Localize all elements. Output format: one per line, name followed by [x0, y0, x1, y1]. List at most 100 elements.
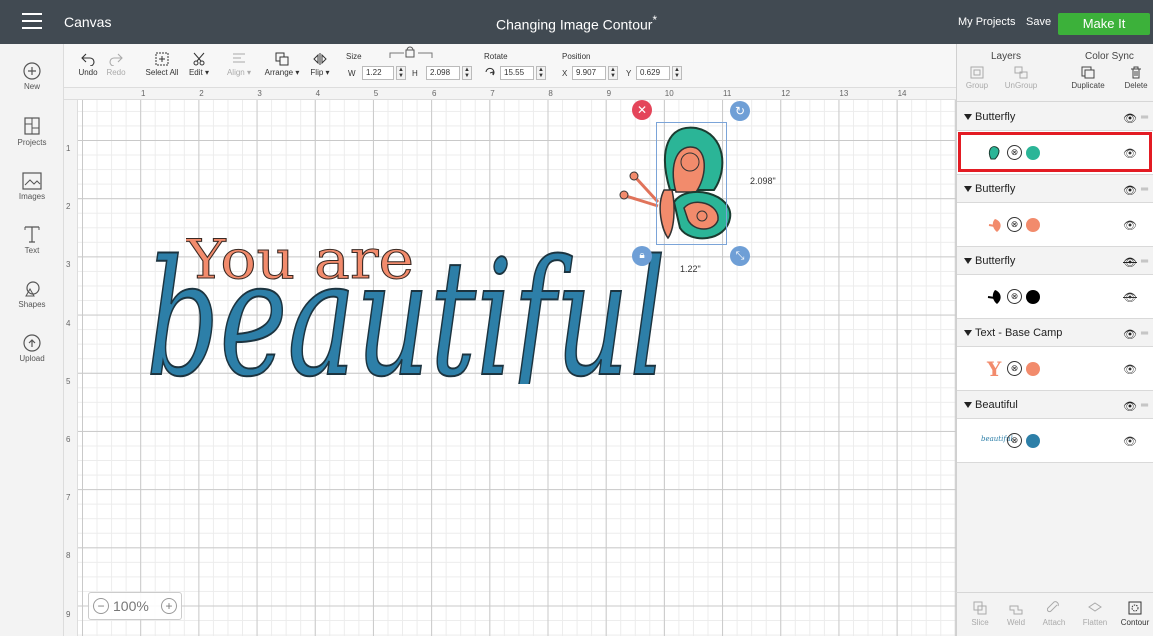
shapes-tool[interactable]: Shapes — [0, 280, 64, 309]
color-swatch[interactable] — [1026, 290, 1040, 304]
drag-handle-icon[interactable]: ═ — [1141, 112, 1148, 123]
flatten-button[interactable]: Flatten — [1078, 601, 1112, 627]
collapse-triangle-icon[interactable] — [964, 330, 972, 336]
rotate-stepper[interactable]: ▲ ▼ — [536, 66, 546, 80]
lock-ratio-icon[interactable] — [388, 46, 434, 60]
arrange-button[interactable]: Arrange ▾ — [262, 52, 302, 77]
ruler-number: 6 — [66, 435, 71, 444]
layer-group-name: Butterfly — [975, 111, 1016, 123]
width-input[interactable]: 1.22 — [362, 66, 394, 80]
eye-icon[interactable]: 👁︎ — [1123, 147, 1137, 160]
delete-handle[interactable]: ✕ — [632, 100, 652, 120]
y-stepper[interactable]: ▲ ▼ — [672, 66, 682, 80]
upload-tool[interactable]: Upload — [0, 334, 64, 363]
edit-button[interactable]: Edit ▾ — [186, 52, 212, 77]
ungroup-button[interactable]: UnGroup — [1003, 66, 1039, 90]
layer-group-beautiful[interactable]: Beautiful 👁︎ ═ — [957, 391, 1153, 419]
you-are-text-image[interactable]: You are — [186, 230, 416, 290]
color-swatch[interactable] — [1026, 434, 1040, 448]
color-swatch[interactable] — [1026, 218, 1040, 232]
slice-button[interactable]: Slice — [966, 601, 994, 627]
text-tool[interactable]: Text — [0, 224, 64, 255]
projects-tool[interactable]: Projects — [0, 116, 64, 147]
drag-handle-icon[interactable]: ═ — [1141, 400, 1148, 411]
collapse-triangle-icon[interactable] — [964, 186, 972, 192]
y-input[interactable]: 0.629 — [636, 66, 670, 80]
layer-group-text-base-camp[interactable]: Text - Base Camp 👁︎ ═ — [957, 319, 1153, 347]
zoom-in-icon[interactable]: + — [161, 598, 177, 614]
contour-icon[interactable]: ⊗ — [1007, 145, 1022, 160]
undo-label: Undo — [78, 68, 98, 77]
layer-group-butterfly-2[interactable]: Butterfly 👁︎ ═ — [957, 175, 1153, 203]
height-input[interactable]: 2.098 — [426, 66, 460, 80]
drag-handle-icon[interactable]: ═ — [1141, 256, 1148, 267]
design-canvas[interactable]: beautiful You are ✕ ↻ 🔒︎ ⤡ 2.098" 1.22" — [78, 100, 956, 636]
color-swatch[interactable] — [1026, 146, 1040, 160]
contour-icon[interactable]: ⊗ — [1007, 361, 1022, 376]
select-all-button[interactable]: Select All — [144, 52, 180, 77]
project-title[interactable]: Changing Image Contour — [496, 17, 652, 33]
ruler-number: 1 — [66, 144, 71, 153]
eye-icon[interactable]: 👁︎ — [1123, 363, 1137, 376]
contour-icon[interactable]: ⊗ — [1007, 433, 1022, 448]
x-input[interactable]: 9.907 — [572, 66, 606, 80]
drag-handle-icon[interactable]: ═ — [1141, 184, 1148, 195]
my-projects-link[interactable]: My Projects — [958, 16, 1015, 28]
layer-row-butterfly-coral[interactable]: ⊗ 👁︎ — [957, 203, 1153, 247]
layer-row-text-y[interactable]: Y ⊗ 👁︎ — [957, 347, 1153, 391]
x-stepper[interactable]: ▲ ▼ — [608, 66, 618, 80]
eye-icon[interactable]: 👁︎ — [1123, 219, 1137, 232]
collapse-triangle-icon[interactable] — [964, 258, 972, 264]
color-swatch[interactable] — [1026, 362, 1040, 376]
eye-icon[interactable]: 👁︎ — [1123, 400, 1137, 413]
zoom-out-icon[interactable]: − — [93, 598, 109, 614]
layers-title[interactable]: Layers — [991, 51, 1021, 62]
resize-handle[interactable]: ⤡ — [730, 246, 750, 266]
duplicate-button[interactable]: Duplicate — [1065, 66, 1111, 90]
layer-group-butterfly-3[interactable]: Butterfly 👁︎ ═ — [957, 247, 1153, 275]
flip-button[interactable]: Flip ▾ — [308, 52, 332, 77]
eye-icon[interactable]: 👁︎ — [1123, 435, 1137, 448]
attach-button[interactable]: Attach — [1038, 601, 1070, 627]
align-button[interactable]: Align ▾ — [224, 52, 254, 77]
menu-icon[interactable] — [22, 13, 42, 31]
layer-row-butterfly-black[interactable]: ⊗ 👁︎ — [957, 275, 1153, 319]
weld-button[interactable]: Weld — [1002, 601, 1030, 627]
hidden-eye-icon[interactable]: 👁︎ — [1123, 256, 1137, 269]
contour-icon[interactable]: ⊗ — [1007, 289, 1022, 304]
contour-label: Contour — [1120, 618, 1150, 627]
scissors-icon — [193, 52, 205, 66]
projects-icon — [24, 117, 40, 135]
width-stepper[interactable]: ▲ ▼ — [396, 66, 406, 80]
redo-button[interactable]: Redo — [104, 52, 128, 77]
eye-icon[interactable]: 👁︎ — [1123, 328, 1137, 341]
rotate-handle[interactable]: ↻ — [730, 101, 750, 121]
undo-button[interactable]: Undo — [76, 52, 100, 77]
make-it-button[interactable]: Make It — [1058, 13, 1150, 35]
contour-icon[interactable]: ⊗ — [1007, 217, 1022, 232]
layer-row-beautiful[interactable]: beautiful ⊗ 👁︎ — [957, 419, 1153, 463]
new-tool[interactable]: New — [0, 62, 64, 91]
collapse-triangle-icon[interactable] — [964, 114, 972, 120]
collapse-triangle-icon[interactable] — [964, 402, 972, 408]
rotate-input[interactable]: 15.55 — [500, 66, 534, 80]
position-label: Position — [562, 52, 591, 61]
delete-button[interactable]: Delete — [1119, 66, 1153, 90]
save-button[interactable]: Save — [1026, 16, 1051, 28]
height-stepper[interactable]: ▲ ▼ — [462, 66, 472, 80]
drag-handle-icon[interactable]: ═ — [1141, 328, 1148, 339]
eye-icon[interactable]: 👁︎ — [1123, 184, 1137, 197]
layer-group-butterfly-1[interactable]: Butterfly 👁︎ ═ — [957, 103, 1153, 131]
group-button[interactable]: Group — [963, 66, 991, 90]
eye-icon[interactable]: 👁︎ — [1123, 112, 1137, 125]
ruler-number: 8 — [66, 551, 71, 561]
layer-row-butterfly-teal[interactable]: ⊗ 👁︎ — [957, 131, 1153, 175]
contour-button[interactable]: Contour — [1118, 601, 1152, 627]
images-tool[interactable]: Images — [0, 172, 64, 201]
color-sync-title[interactable]: Color Sync — [1085, 51, 1134, 62]
new-label: New — [23, 82, 40, 91]
hidden-eye-icon[interactable]: 👁︎ — [1123, 291, 1137, 304]
lock-handle[interactable]: 🔒︎ — [632, 246, 652, 266]
redo-label: Redo — [106, 68, 126, 77]
w-label: W — [348, 69, 356, 78]
